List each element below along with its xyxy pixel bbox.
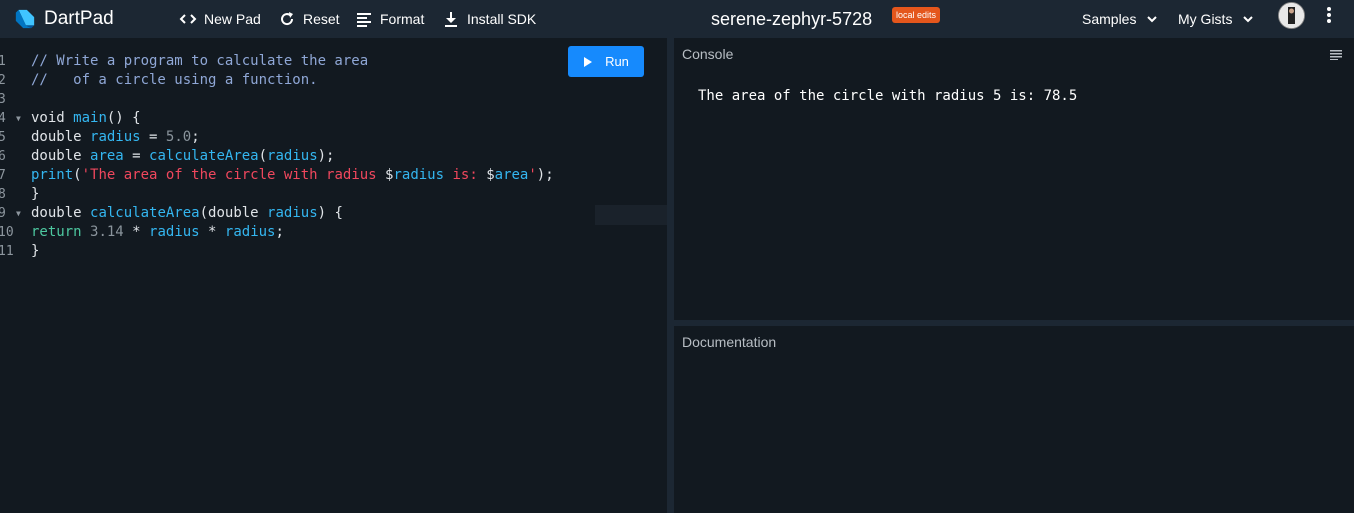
install-sdk-button[interactable]: Install SDK	[442, 0, 536, 38]
code-line[interactable]: }	[31, 242, 554, 261]
code-line[interactable]	[31, 90, 554, 109]
line-number: 9	[0, 206, 6, 221]
new-pad-label: New Pad	[204, 11, 261, 27]
app-name: DartPad	[44, 8, 114, 29]
line-number: 1	[0, 54, 6, 69]
more-vert-icon[interactable]	[1323, 6, 1335, 24]
run-button[interactable]: Run	[568, 46, 644, 77]
line-number: 3	[0, 92, 6, 107]
line-number: 11	[0, 244, 14, 259]
code-line[interactable]: // of a circle using a function.	[31, 71, 554, 90]
code-line[interactable]: void main() {	[31, 109, 554, 128]
dart-logo-icon	[15, 9, 35, 29]
code-line[interactable]: // Write a program to calculate the area	[31, 52, 554, 71]
run-label: Run	[605, 54, 629, 69]
console-output: The area of the circle with radius 5 is:…	[698, 88, 1078, 104]
line-number: 7	[0, 168, 6, 183]
code-lines[interactable]: // Write a program to calculate the area…	[31, 52, 554, 261]
code-line[interactable]: double calculateArea(double radius) {	[31, 204, 554, 223]
chevron-down-icon	[1243, 16, 1254, 23]
local-edits-badge: local edits	[892, 7, 941, 23]
avatar-image-icon	[1279, 3, 1304, 28]
line-number: 5	[0, 130, 6, 145]
samples-label: Samples	[1082, 11, 1137, 27]
brand[interactable]: DartPad	[14, 8, 114, 30]
play-icon	[584, 56, 593, 67]
format-button[interactable]: Format	[355, 0, 424, 38]
line-gutter: 1 2 3 4 ▼ 5 6 7 8 9 ▼ 10 11	[0, 52, 26, 261]
code-line[interactable]: }	[31, 185, 554, 204]
new-pad-button[interactable]: New Pad	[179, 0, 261, 38]
line-number: 6	[0, 149, 6, 164]
line-number: 4	[0, 111, 6, 126]
code-line[interactable]: return 3.14 * radius * radius;	[31, 223, 554, 242]
chevron-down-icon	[1147, 16, 1158, 23]
reset-button[interactable]: Reset	[278, 0, 340, 38]
line-number: 10	[0, 225, 14, 240]
console-panel: Console The area of the circle with radi…	[674, 38, 1354, 320]
reset-label: Reset	[303, 11, 340, 27]
code-line[interactable]: print('The area of the circle with radiu…	[31, 166, 554, 185]
console-title: Console	[682, 46, 734, 62]
app-header: DartPad New Pad Reset Format Install SDK…	[0, 0, 1354, 38]
line-number: 8	[0, 187, 6, 202]
user-avatar[interactable]	[1278, 2, 1305, 29]
fold-arrow-icon[interactable]: ▼	[16, 109, 21, 128]
documentation-title: Documentation	[682, 334, 777, 350]
pad-title: serene-zephyr-5728	[711, 8, 873, 29]
refresh-icon	[281, 12, 294, 26]
install-sdk-label: Install SDK	[467, 11, 537, 27]
format-align-icon	[357, 13, 371, 27]
fold-arrow-icon[interactable]: ▼	[16, 204, 21, 223]
vertical-splitter[interactable]	[667, 38, 674, 513]
my-gists-dropdown[interactable]: My Gists	[1178, 0, 1254, 38]
samples-dropdown[interactable]: Samples	[1082, 0, 1158, 38]
code-editor[interactable]: 1 2 3 4 ▼ 5 6 7 8 9 ▼ 10 11 // Write a pro…	[0, 38, 768, 513]
code-icon	[179, 14, 197, 24]
documentation-panel: Documentation	[674, 326, 1354, 513]
line-number: 2	[0, 73, 6, 88]
download-icon	[445, 12, 457, 27]
my-gists-label: My Gists	[1178, 11, 1233, 27]
format-label: Format	[380, 11, 425, 27]
code-line[interactable]: double radius = 5.0;	[31, 128, 554, 147]
code-line[interactable]: double area = calculateArea(radius);	[31, 147, 554, 166]
clear-console-icon[interactable]	[1330, 50, 1342, 60]
